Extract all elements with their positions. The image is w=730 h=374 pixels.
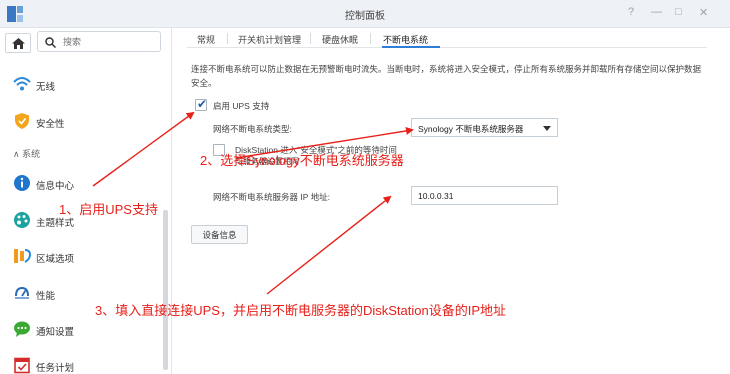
tab-hdd-hibernation[interactable]: 硬盘休眠 (322, 33, 358, 46)
search-input[interactable] (63, 35, 158, 49)
annotation-step-1: 1、启用UPS支持 (59, 202, 158, 217)
shield-icon (15, 113, 29, 129)
title-bar: 控制面板 ? — □ ✕ (0, 0, 730, 28)
help-icon[interactable]: ? (628, 6, 634, 18)
maximize-icon[interactable]: □ (675, 6, 682, 18)
performance-icon (15, 286, 29, 299)
wifi-icon (13, 77, 31, 91)
region-icon (14, 249, 31, 263)
network-ups-type-select[interactable]: Synology 不断电系统服务器 (411, 118, 558, 137)
main-panel: 常规 开关机计划管理 硬盘休眠 不断电系统 连接不断电系统可以防止数据在无预警断… (173, 28, 730, 374)
sidebar-scrollbar[interactable] (163, 210, 168, 370)
home-button[interactable] (5, 33, 31, 53)
sidebar-item-region[interactable]: 区域选项 (0, 244, 160, 268)
sidebar-item-wireless[interactable]: 无线 (0, 72, 160, 96)
sidebar-item-label: 安全性 (36, 119, 65, 130)
sidebar-item-label: 任务计划 (36, 363, 75, 374)
sidebar-item-notification[interactable]: 通知设置 (0, 317, 160, 341)
checkmark-icon: ✔ (197, 97, 208, 111)
section-header-system[interactable]: ∧ 系统 (13, 147, 40, 160)
server-ip-input[interactable] (418, 190, 548, 202)
sidebar-item-info-center[interactable]: 信息中心 (0, 171, 160, 195)
sidebar-item-label: 通知设置 (36, 327, 75, 338)
sidebar-item-label: 区域选项 (36, 254, 75, 265)
tab-bar: 常规 开关机计划管理 硬盘休眠 不断电系统 (187, 28, 707, 48)
tab-power-schedule[interactable]: 开关机计划管理 (238, 33, 301, 46)
chat-icon (14, 321, 30, 337)
search-icon (45, 37, 56, 48)
task-icon (14, 357, 30, 374)
network-ups-type-value: Synology 不断电系统服务器 (418, 124, 524, 134)
tab-general[interactable]: 常规 (197, 33, 215, 46)
window-title: 控制面板 (345, 11, 385, 22)
sidebar-item-task-scheduler[interactable]: 任务计划 (0, 353, 160, 374)
active-tab-indicator (382, 46, 440, 48)
sidebar-item-label: 性能 (36, 291, 56, 302)
home-icon (12, 38, 25, 49)
tab-ups[interactable]: 不断电系统 (383, 33, 428, 46)
sidebar-item-label: 无线 (36, 82, 56, 93)
enable-ups-label: 启用 UPS 支持 (213, 101, 270, 111)
ups-description: 连接不断电系统可以防止数据在无预警断电时流失。当断电时，系统将进入安全模式，停止… (191, 64, 702, 88)
device-info-button[interactable]: 设备信息 (191, 225, 248, 244)
server-ip-field[interactable] (411, 186, 558, 205)
info-icon (14, 175, 30, 191)
palette-icon (14, 212, 30, 228)
search-box[interactable] (37, 31, 161, 52)
annotation-step-2: 2、选择Synology不断电系统服务器 (200, 153, 404, 168)
sidebar-item-label: 信息中心 (36, 181, 75, 192)
server-ip-label: 网络不断电系统服务器 IP 地址: (213, 192, 330, 202)
enable-ups-checkbox[interactable]: ✔ (195, 97, 208, 111)
network-ups-type-label: 网络不断电系统类型: (213, 124, 292, 134)
annotation-step-3: 3、填入直接连接UPS，并启用不断电服务器的DiskStation设备的IP地址 (95, 303, 506, 318)
sidebar-item-security[interactable]: 安全性 (0, 109, 160, 133)
close-icon[interactable]: ✕ (699, 6, 708, 19)
minimize-icon[interactable]: — (651, 6, 662, 18)
chevron-down-icon (543, 126, 551, 131)
